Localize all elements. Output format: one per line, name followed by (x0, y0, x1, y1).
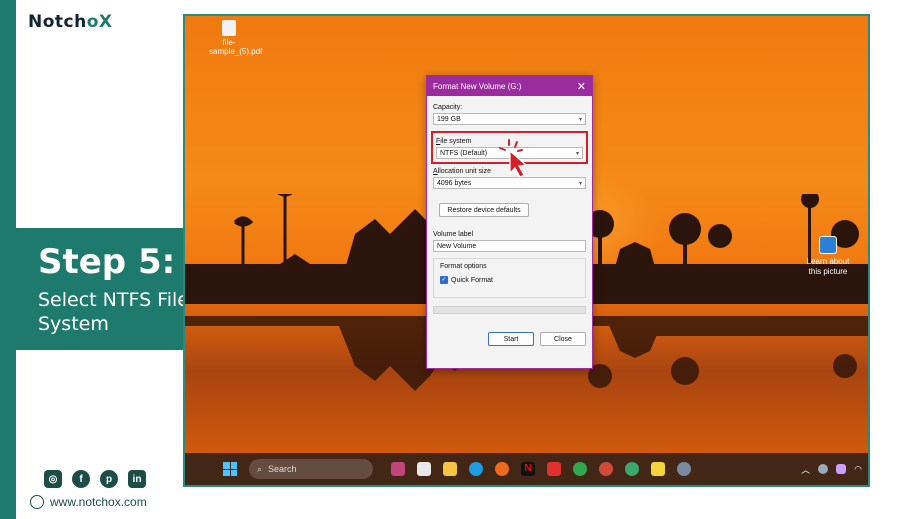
chevron-down-icon: ▾ (575, 150, 579, 157)
taskbar: ⌕ Search N ︿ ◠ (185, 453, 868, 485)
store-icon[interactable] (417, 462, 431, 476)
chevron-down-icon: ▾ (578, 116, 582, 123)
close-button[interactable]: Close (540, 332, 586, 346)
format-dialog: Format New Volume (G:) ✕ Capacity: 199 G… (426, 75, 593, 369)
search-icon: ⌕ (257, 463, 263, 474)
desktop-screenshot: file-sample_(5).pdf Learn about this pic… (183, 14, 870, 487)
network-icon[interactable] (818, 464, 829, 474)
file-explorer-icon[interactable] (443, 462, 457, 476)
settings-gear-icon[interactable] (677, 462, 691, 476)
learn-about-picture[interactable]: Learn about this picture (803, 236, 853, 277)
chevron-down-icon: ▾ (578, 180, 582, 187)
social-links: ◎ f p in (44, 470, 146, 488)
firefox-icon[interactable] (495, 462, 509, 476)
brand-strip (0, 0, 16, 519)
chrome-icon[interactable] (573, 462, 587, 476)
volume-label-input[interactable]: New Volume (433, 240, 586, 252)
checkbox-checked-icon: ✓ (440, 276, 448, 284)
copilot-icon[interactable] (391, 462, 405, 476)
sticky-notes-icon[interactable] (651, 462, 665, 476)
system-tray: ︿ ◠ (801, 463, 868, 476)
capacity-label: Capacity: (433, 104, 463, 111)
quick-format-checkbox[interactable]: ✓ Quick Format (440, 276, 579, 284)
capacity-select[interactable]: 199 GB ▾ (433, 113, 586, 125)
pinterest-icon[interactable]: p (100, 470, 118, 488)
start-button[interactable]: Start (488, 332, 534, 346)
desktop-file-icon[interactable]: file-sample_(5).pdf (209, 20, 262, 56)
format-progress-bar (433, 306, 586, 314)
facebook-icon[interactable]: f (72, 470, 90, 488)
chrome-profile-icon[interactable] (599, 462, 613, 476)
wifi-icon[interactable]: ◠ (854, 464, 862, 475)
dialog-titlebar: Format New Volume (G:) ✕ (427, 76, 592, 96)
netflix-icon[interactable]: N (521, 462, 535, 476)
learn-picture-icon (819, 236, 837, 254)
microphone-icon[interactable] (836, 464, 847, 474)
app-notification-icon[interactable] (547, 462, 561, 476)
instagram-icon[interactable]: ◎ (44, 470, 62, 488)
globe-icon (30, 495, 44, 509)
dialog-title: Format New Volume (G:) (433, 81, 522, 91)
linkedin-icon[interactable]: in (128, 470, 146, 488)
website-link[interactable]: www.notchox.com (30, 495, 147, 509)
notchox-logo: NotchoX (28, 12, 113, 32)
pdf-file-icon (222, 20, 236, 36)
format-options-group: Format options ✓ Quick Format (433, 258, 586, 298)
chevron-up-icon[interactable]: ︿ (801, 463, 810, 476)
volume-label-title: Volume label (433, 231, 474, 238)
click-pointer-icon (499, 139, 528, 178)
windows-start-icon[interactable] (223, 462, 237, 476)
chrome-profile-2-icon[interactable] (625, 462, 639, 476)
close-icon[interactable]: ✕ (577, 80, 586, 93)
allocation-select[interactable]: 4096 bytes ▾ (433, 177, 586, 189)
format-options-title: Format options (440, 263, 487, 270)
restore-defaults-button[interactable]: Restore device defaults (439, 203, 529, 217)
edge-icon[interactable] (469, 462, 483, 476)
taskbar-search[interactable]: ⌕ Search (249, 459, 373, 479)
